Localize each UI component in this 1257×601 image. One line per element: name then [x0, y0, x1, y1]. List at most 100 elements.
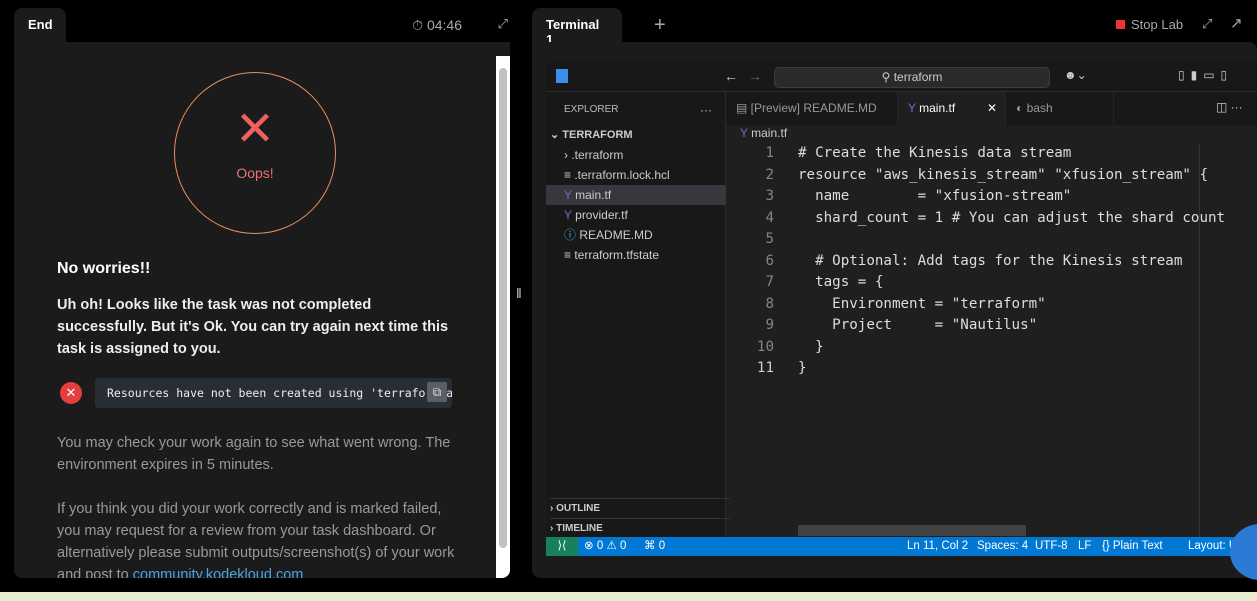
language-label: Plain Text: [1112, 540, 1163, 552]
tab-label: main.tf: [919, 101, 956, 115]
language-mode[interactable]: {} Plain Text: [1102, 537, 1163, 556]
forward-icon[interactable]: →: [748, 68, 762, 84]
tab-terminal-1[interactable]: Terminal 1: [532, 8, 622, 47]
code-line: }: [798, 338, 824, 355]
info-icon: ⓘ: [564, 228, 577, 242]
file-label: main.tf: [575, 188, 612, 202]
editor-tabs: ▤ [Preview] README.MD Y main.tf ✕ ◐ bash …: [726, 92, 1257, 125]
title-bar: ← → ⚲ terraform ☻⌄ ▯▮▭▯: [546, 62, 1257, 92]
cursor-position[interactable]: Ln 11, Col 2: [907, 537, 968, 556]
line-number: 11: [756, 360, 774, 376]
line-number: 6: [765, 252, 774, 269]
x-icon: ✕: [234, 103, 276, 156]
tab-end[interactable]: End: [14, 8, 66, 42]
community-link[interactable]: community.kodekloud.com: [133, 567, 304, 578]
file-label: README.MD: [579, 228, 653, 242]
status-bar: ⟩⟨ ⊗ 0 ⚠ 0 ⌘ 0 Ln 11, Col 2 Spaces: 4 UT…: [546, 537, 1257, 556]
stop-lab-button[interactable]: Stop Lab: [1116, 17, 1183, 32]
tab-bash[interactable]: ◐ bash: [1006, 92, 1114, 125]
file-item[interactable]: ≡ terraform.tfstate: [564, 245, 744, 265]
stop-icon: [1116, 20, 1125, 29]
file-label: .terraform.lock.hcl: [574, 168, 670, 182]
open-external-icon[interactable]: ↗: [1230, 14, 1243, 32]
copy-icon[interactable]: ⧉: [427, 382, 447, 402]
task-result-panel: End ⏱ 04:46 ⤢ ✕ Oops! No worries!! Uh oh…: [14, 8, 510, 578]
code-line: tags = {: [798, 274, 884, 290]
code-editor[interactable]: Y main.tf 1 # Create the Kinesis data str…: [726, 125, 1257, 537]
split-handle[interactable]: ‖: [516, 285, 522, 301]
ports-count: 0: [658, 540, 666, 552]
encoding[interactable]: UTF-8: [1035, 537, 1068, 556]
outline-section[interactable]: › OUTLINE: [550, 498, 730, 518]
taskbar: [0, 592, 1257, 601]
file-label: .terraform: [571, 148, 624, 162]
code-line: shard_count = 1 # You can adjust the sha…: [798, 209, 1226, 226]
line-number: 1: [765, 145, 774, 161]
expand-icon[interactable]: ⤢: [498, 16, 508, 32]
line-number: 2: [765, 166, 774, 183]
tab-main-tf[interactable]: Y main.tf ✕: [898, 92, 1006, 125]
line-number: 8: [765, 295, 774, 312]
line-number: 9: [765, 317, 774, 333]
command-search[interactable]: ⚲ terraform: [774, 67, 1050, 88]
eol[interactable]: LF: [1078, 537, 1091, 556]
result-message: Uh oh! Looks like the task was not compl…: [57, 297, 449, 357]
fail-circle: ✕ Oops!: [174, 72, 336, 234]
timer: ⏱ 04:46: [412, 17, 462, 33]
file-item[interactable]: ≡ .terraform.lock.hcl: [564, 165, 744, 185]
review-text: If you think you did your work correctly…: [57, 498, 467, 578]
scrollbar[interactable]: [496, 56, 510, 578]
folder-label: TERRAFORM: [562, 129, 633, 141]
scrollbar-thumb[interactable]: [499, 68, 507, 548]
tab-label: bash: [1026, 101, 1053, 115]
outline-label: OUTLINE: [556, 503, 600, 514]
terraform-icon: Y: [564, 208, 572, 222]
explorer-sidebar: EXPLORER ··· ⌄ TERRAFORM › .terraform ≡ …: [546, 92, 730, 537]
result-body: ✕ Oops! No worries!! Uh oh! Looks like t…: [14, 42, 510, 578]
line-number: 7: [765, 274, 774, 290]
timeline-section[interactable]: › TIMELINE: [550, 518, 730, 538]
line-number: 10: [756, 338, 774, 355]
file-item-selected[interactable]: Y main.tf: [546, 185, 726, 205]
file-label: provider.tf: [575, 208, 628, 222]
indentation[interactable]: Spaces: 4: [977, 537, 1028, 556]
minimap[interactable]: [1199, 144, 1257, 537]
add-tab-button[interactable]: +: [654, 14, 666, 37]
folder-terraform[interactable]: ⌄ TERRAFORM: [550, 125, 730, 145]
code-line: }: [798, 360, 807, 376]
file-item[interactable]: › .terraform: [564, 145, 744, 165]
split-editor-icon[interactable]: ◫ ···: [1216, 100, 1243, 114]
layout-icons[interactable]: ▯▮▭▯: [1178, 68, 1233, 82]
terraform-icon: Y: [564, 188, 572, 202]
line-number: 5: [765, 231, 774, 247]
back-icon[interactable]: ←: [724, 68, 738, 84]
timer-value: 04:46: [426, 17, 462, 33]
result-title: No worries!!: [57, 260, 151, 277]
ports-indicator[interactable]: ⌘ 0: [644, 537, 665, 556]
tab-readme-preview[interactable]: ▤ [Preview] README.MD: [726, 92, 898, 125]
file-item[interactable]: ⓘ README.MD: [564, 225, 744, 245]
error-message: Resources have not been created using 't…: [95, 378, 452, 408]
warnings-count: 0: [619, 540, 627, 552]
line-number: 3: [765, 188, 774, 204]
code-line: resource "aws_kinesis_stream" "xfusion_s…: [798, 166, 1208, 183]
timeline-label: TIMELINE: [556, 523, 603, 534]
more-icon[interactable]: ···: [700, 100, 720, 120]
copilot-icon[interactable]: ☻⌄: [1064, 68, 1087, 82]
close-icon[interactable]: ✕: [987, 92, 997, 125]
search-text: terraform: [893, 70, 943, 84]
expand-icon[interactable]: ⤢: [1202, 16, 1212, 32]
terraform-icon: Y: [908, 101, 916, 115]
breadcrumb-label: main.tf: [751, 126, 788, 140]
remote-icon[interactable]: ⟩⟨: [546, 537, 578, 556]
vscode-logo-icon: [556, 69, 568, 83]
file-item[interactable]: Y provider.tf: [564, 205, 744, 225]
code-line: Project = "Nautilus": [798, 317, 1038, 333]
file-label: terraform.tfstate: [574, 248, 660, 262]
breadcrumb[interactable]: Y main.tf: [740, 126, 787, 140]
check-text: You may check your work again to see wha…: [57, 435, 451, 473]
horizontal-scrollbar[interactable]: [798, 525, 1026, 536]
code-line: name = "xfusion-stream": [798, 188, 1072, 204]
problems-indicator[interactable]: ⊗ 0 ⚠ 0: [584, 537, 626, 556]
vscode-window: ← → ⚲ terraform ☻⌄ ▯▮▭▯ EXPLORER ··· ⌄ T…: [546, 62, 1257, 556]
